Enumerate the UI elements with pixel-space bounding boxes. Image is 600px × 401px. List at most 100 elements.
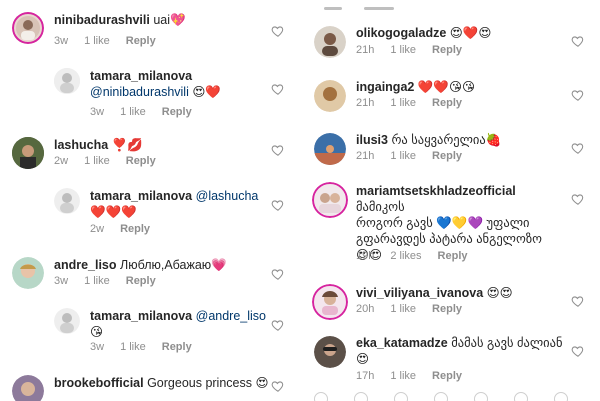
- avatar[interactable]: [12, 375, 44, 401]
- reply-button[interactable]: Reply: [120, 223, 150, 235]
- heart-icon[interactable]: [271, 318, 285, 332]
- reply-button[interactable]: Reply: [126, 35, 156, 47]
- avatar[interactable]: [12, 137, 44, 169]
- comment-emoji: 💗: [211, 257, 227, 272]
- comment-meta: 2w 1 like Reply: [54, 155, 172, 167]
- comment-meta: 19h 2 likes Reply: [356, 250, 484, 262]
- avatar[interactable]: [54, 308, 80, 334]
- reply-button[interactable]: Reply: [162, 106, 192, 118]
- comment-username[interactable]: tamara_milanova: [90, 309, 192, 323]
- comment-username[interactable]: brookebofficial: [54, 376, 144, 390]
- heart-icon[interactable]: [571, 141, 585, 155]
- comment-text: მამიკოს: [356, 200, 405, 214]
- comment-text: Gorgeous princess: [147, 376, 252, 390]
- mention-link[interactable]: @ninibadurashvili: [90, 85, 189, 99]
- avatar[interactable]: [12, 12, 44, 44]
- comment-emoji: ❣️💋: [111, 137, 143, 152]
- reply-button[interactable]: Reply: [432, 370, 462, 382]
- heart-icon[interactable]: [271, 198, 285, 212]
- comment-likes[interactable]: 2 likes: [390, 250, 421, 262]
- heart-icon[interactable]: [571, 344, 585, 358]
- reply-button[interactable]: Reply: [126, 275, 156, 287]
- comment-emoji: 🍓: [485, 132, 502, 147]
- reply-button[interactable]: Reply: [126, 155, 156, 167]
- heart-icon[interactable]: [571, 34, 585, 48]
- heart-icon[interactable]: [271, 379, 285, 393]
- comment-text: უფალი: [486, 216, 530, 230]
- reply-button[interactable]: Reply: [438, 250, 468, 262]
- heart-icon[interactable]: [271, 24, 285, 38]
- comment-text: გფარავდეს პატარა ანგელოზო: [356, 232, 542, 246]
- comment-age: 17h: [356, 370, 375, 382]
- comment-likes[interactable]: 1 like: [390, 370, 416, 382]
- comment-meta: 3w 1 like Reply: [90, 341, 208, 353]
- heart-icon[interactable]: [271, 267, 285, 281]
- reply-button[interactable]: Reply: [432, 44, 462, 56]
- comment-username[interactable]: eka_katamadze: [356, 336, 448, 350]
- mention-link[interactable]: @lashucha: [196, 189, 259, 203]
- avatar[interactable]: [314, 26, 346, 58]
- reply-button[interactable]: Reply: [162, 341, 192, 353]
- avatar[interactable]: [54, 68, 80, 94]
- right-comments-panel: olikogogaladze 😍❤️😍 21h 1 like Reply ingai…: [304, 0, 600, 401]
- comment-meta: 21h 1 like Reply: [356, 44, 478, 56]
- comment-username[interactable]: ingainga2: [356, 80, 414, 94]
- comment-username[interactable]: ninibadurashvili: [54, 13, 150, 27]
- reply-button[interactable]: Reply: [432, 150, 462, 162]
- comment-likes[interactable]: 1 like: [120, 341, 146, 353]
- comment-likes[interactable]: 1 like: [84, 275, 110, 287]
- comment-emoji: 😍❤️😍: [449, 25, 492, 40]
- panel-divider: [296, 0, 304, 401]
- heart-icon[interactable]: [271, 82, 285, 96]
- comment-age: 21h: [356, 44, 375, 56]
- comment-username[interactable]: olikogogaladze: [356, 26, 446, 40]
- emoji-button[interactable]: [354, 392, 368, 401]
- comment-age: 3w: [54, 275, 69, 287]
- emoji-button[interactable]: [554, 392, 568, 401]
- comment-age: 3w: [90, 341, 105, 353]
- comment-age: 19h: [356, 250, 375, 262]
- comment-emoji: 💖: [170, 12, 186, 27]
- comment-age: 21h: [356, 97, 375, 109]
- heart-icon[interactable]: [571, 294, 585, 308]
- avatar[interactable]: [314, 133, 346, 165]
- mention-link[interactable]: @andre_liso: [196, 309, 266, 323]
- comment-username[interactable]: andre_liso: [54, 258, 117, 272]
- emoji-button[interactable]: [434, 392, 448, 401]
- comment-meta: 21h 1 like Reply: [356, 150, 478, 162]
- heart-icon[interactable]: [571, 192, 585, 206]
- heart-icon[interactable]: [271, 143, 285, 157]
- comment-likes[interactable]: 1 like: [84, 155, 110, 167]
- reply-button[interactable]: Reply: [432, 97, 462, 109]
- avatar[interactable]: [314, 336, 346, 368]
- comment-age: 3w: [90, 106, 105, 118]
- comment-likes[interactable]: 1 like: [390, 97, 416, 109]
- emoji-button[interactable]: [314, 392, 328, 401]
- heart-icon[interactable]: [571, 88, 585, 102]
- comment-emoji: 😍😍: [486, 285, 513, 300]
- avatar[interactable]: [312, 182, 348, 218]
- comment-username[interactable]: lashucha: [54, 138, 108, 152]
- comment-likes[interactable]: 1 like: [390, 44, 416, 56]
- comment-likes[interactable]: 1 like: [84, 35, 110, 47]
- reply-button[interactable]: Reply: [432, 303, 462, 315]
- emoji-button[interactable]: [514, 392, 528, 401]
- comment-username[interactable]: tamara_milanova: [90, 69, 192, 83]
- emoji-button[interactable]: [394, 392, 408, 401]
- comment-emoji: ❤️❤️❤️: [90, 204, 137, 219]
- comment-username[interactable]: tamara_milanova: [90, 189, 192, 203]
- avatar[interactable]: [314, 80, 346, 112]
- comment-likes[interactable]: 1 like: [390, 150, 416, 162]
- avatar[interactable]: [54, 188, 80, 214]
- comment-meta: 2w Reply: [90, 223, 166, 235]
- comment-likes[interactable]: 1 like: [390, 303, 416, 315]
- comment-username[interactable]: ilusi3: [356, 133, 388, 147]
- comment-username[interactable]: mariamtsetskhladzeofficial: [356, 184, 516, 198]
- comment-username[interactable]: vivi_viliyana_ivanova: [356, 286, 483, 300]
- avatar[interactable]: [12, 257, 44, 289]
- comment-likes[interactable]: 1 like: [120, 106, 146, 118]
- emoji-button[interactable]: [474, 392, 488, 401]
- comment-meta: 3w 1 like Reply: [90, 106, 208, 118]
- comment-age: 2w: [54, 155, 69, 167]
- avatar[interactable]: [312, 284, 348, 320]
